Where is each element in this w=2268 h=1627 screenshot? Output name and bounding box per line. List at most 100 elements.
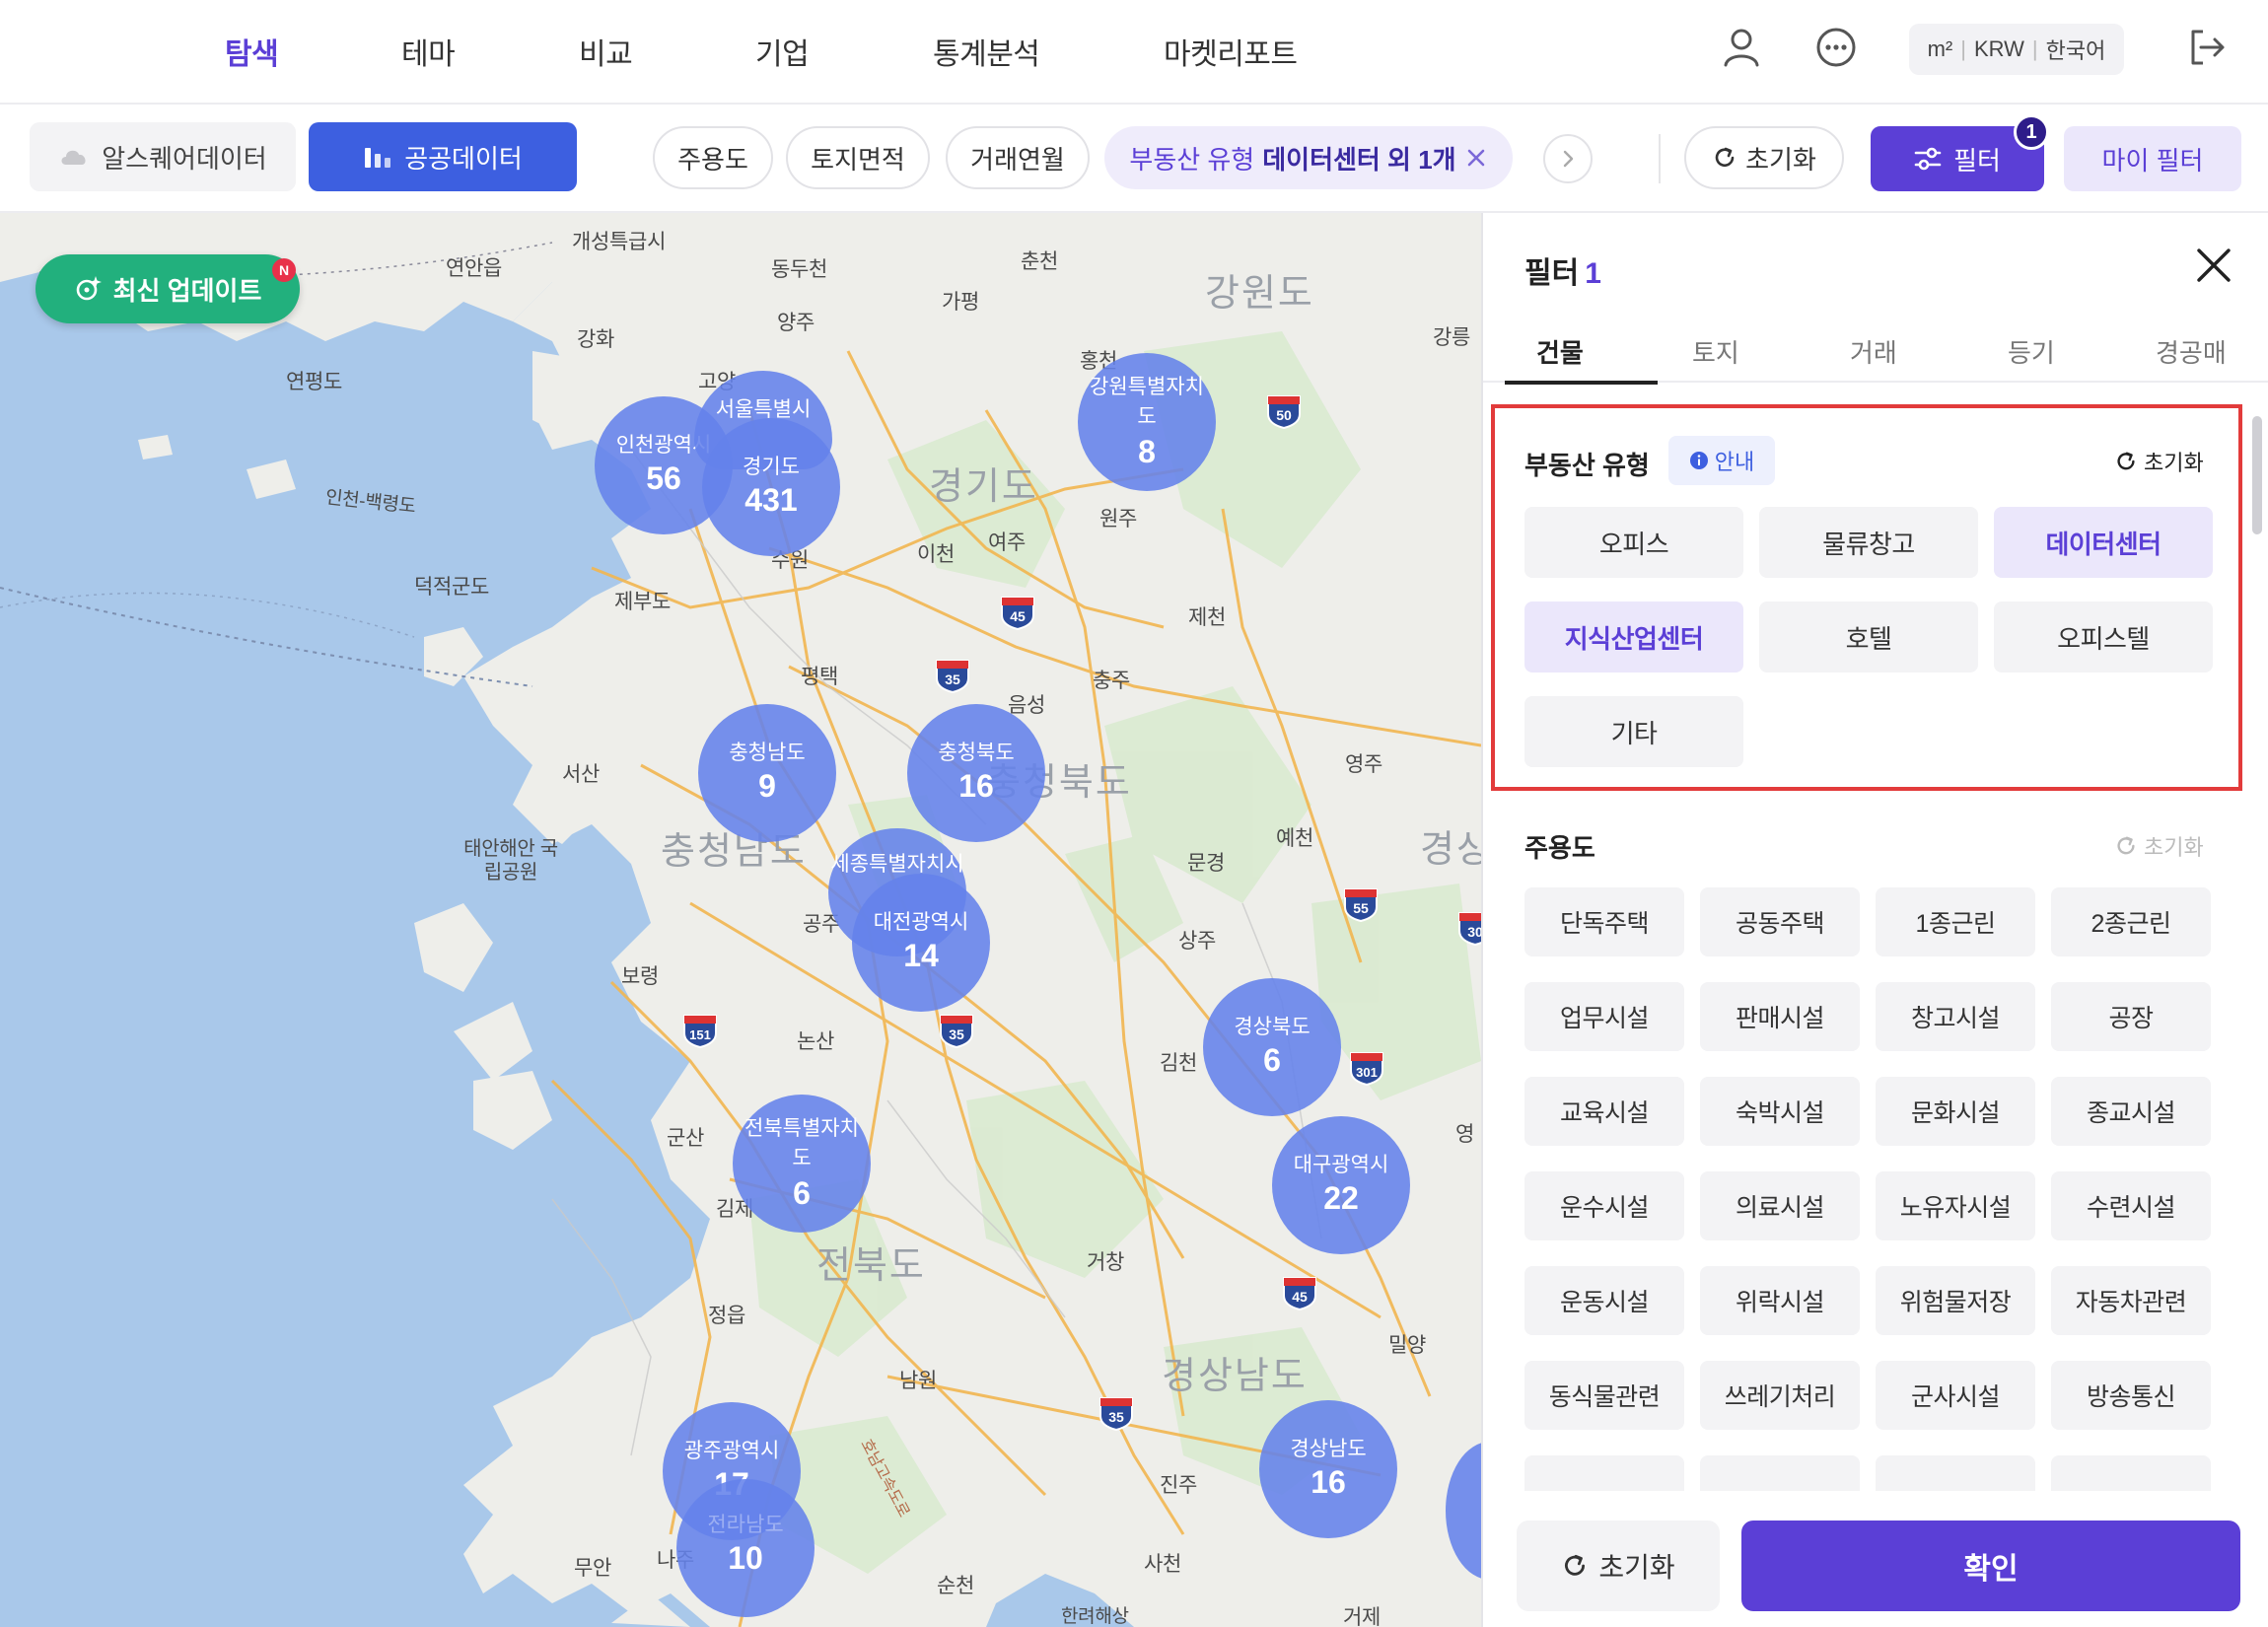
highway-shield-icon: 55	[1344, 888, 1378, 923]
option-other[interactable]: 기타	[1524, 696, 1743, 767]
use-option[interactable]: 종교시설	[2051, 1077, 2211, 1146]
panel-scrollbar[interactable]	[2252, 416, 2262, 534]
nav-theme[interactable]: 테마	[401, 30, 456, 73]
tab-transaction[interactable]: 거래	[1850, 333, 1897, 370]
chip-transaction-date[interactable]: 거래연월	[946, 126, 1090, 189]
use-option[interactable]: 창고시설	[1876, 982, 2035, 1051]
cluster-chungnam[interactable]: 충청남도 9	[698, 704, 836, 842]
cluster-gyeongbuk[interactable]: 경상북도 6	[1203, 978, 1341, 1116]
chevron-right-icon	[1563, 150, 1574, 168]
use-option[interactable]: 교육시설	[1524, 1077, 1684, 1146]
cluster-daegu[interactable]: 대구광역시 22	[1272, 1116, 1410, 1254]
footer-reset-button[interactable]: 초기화	[1517, 1521, 1720, 1611]
use-option[interactable]: 2종근린	[2051, 887, 2211, 956]
option-knowledge-center[interactable]: 지식산업센터	[1524, 601, 1743, 672]
use-option[interactable]: 공동주택	[1700, 887, 1860, 956]
guide-label: 안내	[1714, 450, 1755, 474]
tab-registry[interactable]: 등기	[2008, 333, 2055, 370]
use-option[interactable]: 단독주택	[1524, 887, 1684, 956]
nav-compare[interactable]: 비교	[579, 30, 633, 73]
option-hotel[interactable]: 호텔	[1759, 601, 1978, 672]
use-option[interactable]: 수련시설	[2051, 1171, 2211, 1240]
cluster-jeonbuk[interactable]: 전북특별자치도 6	[733, 1095, 871, 1233]
place-label: 사천	[1144, 1553, 1182, 1576]
property-type-title: 부동산 유형	[1524, 451, 1650, 480]
latest-update-button[interactable]: 최신 업데이트	[35, 254, 300, 323]
cluster-chungbuk[interactable]: 충청북도 16	[907, 704, 1045, 842]
place-label: 강릉	[1433, 326, 1471, 349]
place-label: 춘천	[1021, 250, 1059, 273]
nav-company[interactable]: 기업	[755, 30, 810, 73]
use-option[interactable]: 위험물저장	[1876, 1266, 2035, 1335]
main-use-reset-label: 초기화	[2144, 835, 2204, 860]
cluster-count: 431	[744, 482, 798, 518]
cluster-gangwon[interactable]: 강원특별자치도 8	[1078, 353, 1216, 491]
chips-next-button[interactable]	[1543, 134, 1593, 183]
chip-main-use[interactable]: 주용도	[653, 126, 773, 189]
my-filter-button[interactable]: 마이 필터	[2064, 126, 2241, 191]
reset-button[interactable]: 초기화	[1684, 126, 1844, 189]
highway-number: 55	[1353, 900, 1369, 916]
place-label: 예천	[1276, 827, 1314, 850]
tab-auction[interactable]: 경공매	[2156, 333, 2227, 370]
use-option[interactable]: 공장	[2051, 982, 2211, 1051]
use-option[interactable]: 숙박시설	[1700, 1077, 1860, 1146]
source-public-label: 공공데이터	[404, 143, 523, 174]
use-option[interactable]: 군사시설	[1876, 1361, 2035, 1430]
chip-land-area[interactable]: 토지면적	[786, 126, 930, 189]
use-option[interactable]: 의료시설	[1700, 1171, 1860, 1240]
close-panel-icon[interactable]	[2193, 245, 2234, 286]
use-option[interactable]: 방송통신	[2051, 1361, 2211, 1430]
main-use-reset-button[interactable]: 초기화	[2114, 830, 2204, 862]
nav-explore[interactable]: 탐색	[225, 30, 279, 73]
highway-number: 50	[1276, 407, 1292, 423]
tab-building[interactable]: 건물	[1536, 333, 1584, 370]
use-option[interactable]: 쓰레기처리	[1700, 1361, 1860, 1430]
unit-language-selector[interactable]: m² | KRW | 한국어	[1909, 24, 2124, 75]
place-label: 군산	[667, 1127, 705, 1150]
option-data-center[interactable]: 데이터센터	[1994, 507, 2213, 578]
chip-property-type[interactable]: 부동산 유형 데이터센터 외 1개	[1104, 126, 1513, 189]
guide-button[interactable]: 안내	[1668, 436, 1775, 485]
filter-panel: 필터 1 건물 토지 거래 등기 경공매 부동산 유형 안내 초기화 오피스 물류…	[1481, 213, 2268, 1627]
nav-market-report[interactable]: 마켓리포트	[1164, 30, 1298, 73]
cluster-name: 충청북도	[938, 742, 1015, 764]
use-option[interactable]: 자동차관련	[2051, 1266, 2211, 1335]
cluster-gyeonggi[interactable]: 경기도 431	[702, 418, 840, 556]
refresh-icon	[2117, 836, 2135, 855]
property-type-reset-button[interactable]: 초기화	[2114, 446, 2204, 477]
more-icon[interactable]	[1812, 24, 1860, 71]
sliders-icon	[1914, 147, 1942, 171]
highway-shield-icon: 35	[1099, 1397, 1133, 1432]
cluster-gyeongnam[interactable]: 경상남도 16	[1259, 1400, 1397, 1538]
use-option[interactable]: 1종근린	[1876, 887, 2035, 956]
cluster-daejeon[interactable]: 대전광역시 14	[852, 874, 990, 1012]
use-option[interactable]: 업무시설	[1524, 982, 1684, 1051]
tab-land[interactable]: 토지	[1692, 333, 1739, 370]
close-icon[interactable]	[1464, 146, 1488, 170]
use-option[interactable]: 동식물관련	[1524, 1361, 1684, 1430]
source-rsquare-label: 알스퀘어데이터	[102, 143, 267, 174]
confirm-button[interactable]: 확인	[1741, 1521, 2240, 1611]
place-label: 순천	[937, 1575, 975, 1597]
use-option[interactable]: 노유자시설	[1876, 1171, 2035, 1240]
cluster-name: 전라남도	[707, 1514, 784, 1536]
use-option[interactable]: 판매시설	[1700, 982, 1860, 1051]
highway-number: 35	[945, 672, 960, 687]
option-office[interactable]: 오피스	[1524, 507, 1743, 578]
map-view[interactable]: 개성특급시 연안읍 동두천 춘천 양주 가평 강화 고양 연평도 홍천 강릉 인…	[0, 213, 1481, 1627]
cluster-jeonnam[interactable]: 전라남도 10	[676, 1479, 815, 1617]
option-officetel[interactable]: 오피스텔	[1994, 601, 2213, 672]
user-icon[interactable]	[1718, 24, 1765, 71]
logout-icon[interactable]	[2183, 24, 2231, 71]
use-option[interactable]: 위락시설	[1700, 1266, 1860, 1335]
use-option[interactable]: 운수시설	[1524, 1171, 1684, 1240]
option-logistics[interactable]: 물류창고	[1759, 507, 1978, 578]
use-option[interactable]: 문화시설	[1876, 1077, 2035, 1146]
source-rsquare-button[interactable]: 알스퀘어데이터	[30, 122, 296, 191]
place-label: 가평	[942, 291, 980, 314]
source-public-button[interactable]: 공공데이터	[309, 122, 577, 191]
nav-statistics[interactable]: 통계분석	[933, 30, 1040, 73]
place-label: 연평도	[286, 371, 343, 393]
use-option[interactable]: 운동시설	[1524, 1266, 1684, 1335]
